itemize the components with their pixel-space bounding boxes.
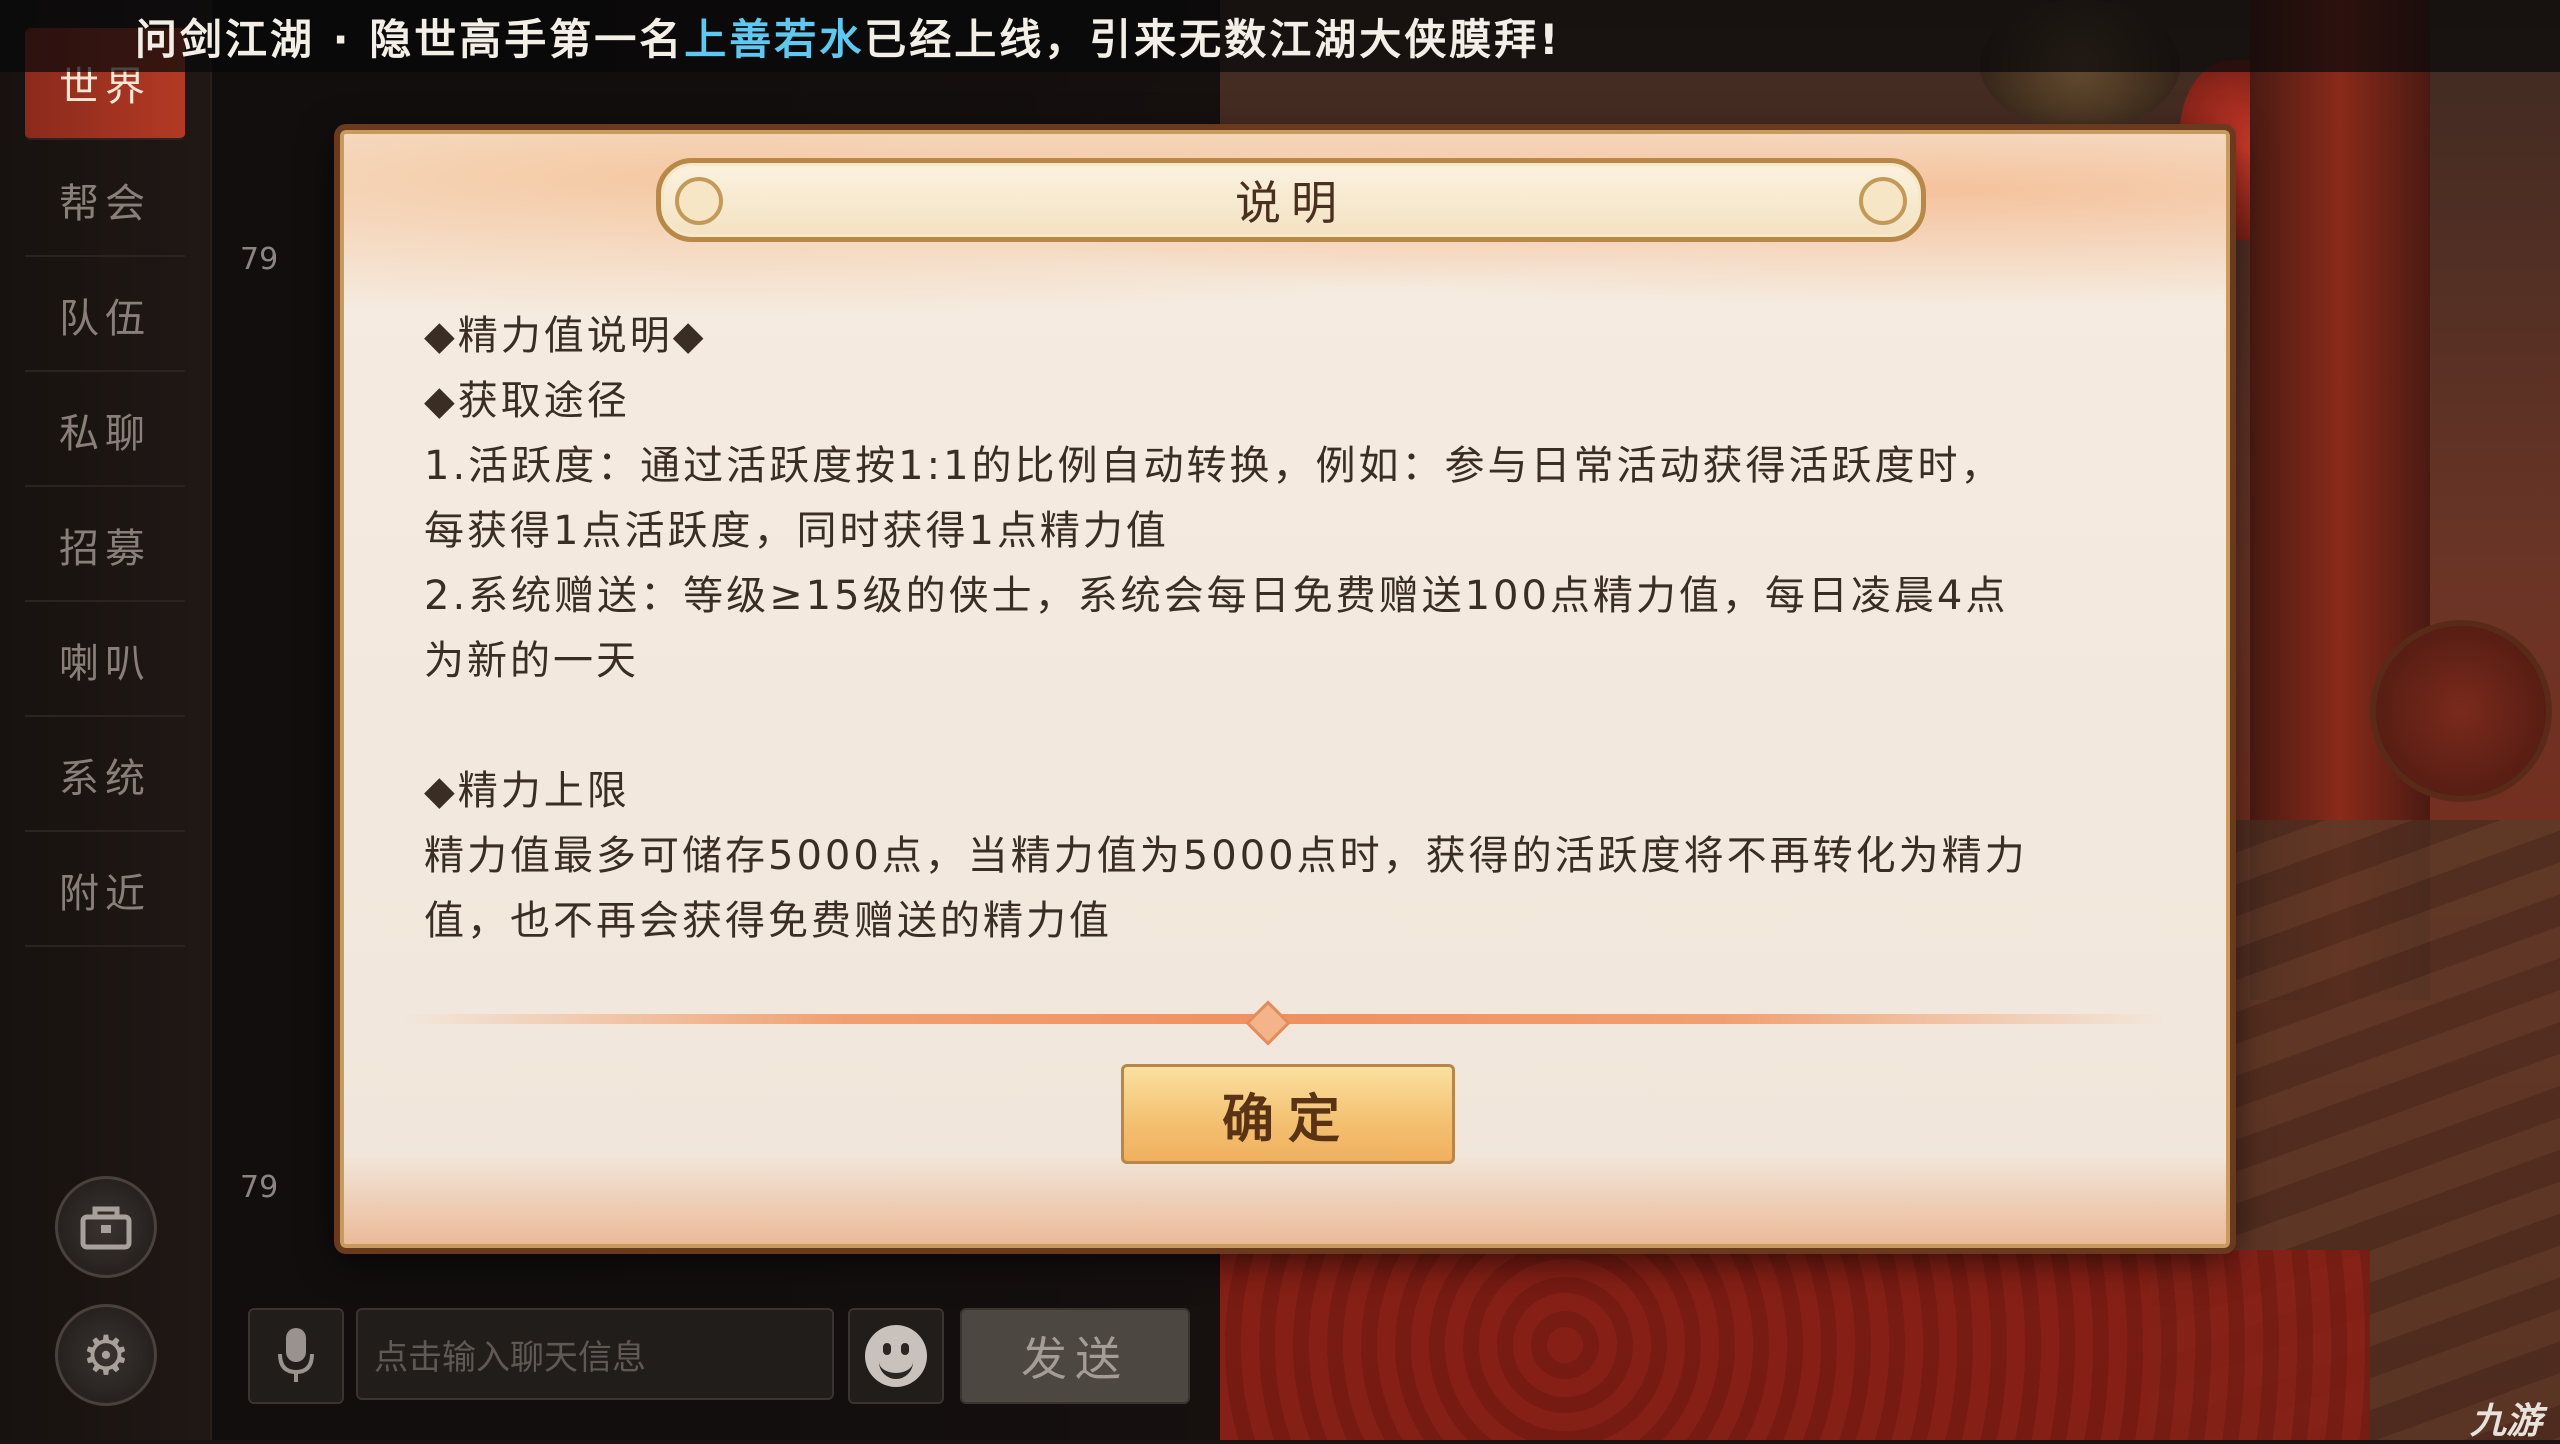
player-level: 79 [240,242,279,277]
bag-button[interactable] [55,1176,157,1278]
ornament-icon [1859,177,1907,225]
section-heading: ◆精力上限 [424,768,630,814]
chat-input[interactable]: 点击输入聊天信息 [356,1308,834,1400]
tab-team[interactable]: 队伍 [25,260,185,372]
emoji-button[interactable] [848,1308,944,1404]
announcement-marquee: 问剑江湖 · 隐世高手第一名上善若水已经上线，引来无数江湖大侠膜拜! [0,0,2560,72]
dialog-title: 说明 [1235,176,1347,230]
tab-horn[interactable]: 喇叭 [25,605,185,717]
content-line: 为新的一天 [424,638,639,684]
announcement-prefix: 问剑江湖 · 隐世高手第一名 [135,14,685,64]
chat-tab-column: 世界 帮会 队伍 私聊 招募 喇叭 系统 附近 ⚙ [0,0,212,1440]
gear-icon: ⚙ [81,1323,131,1387]
voice-button[interactable] [248,1308,344,1404]
content-line: 精力值最多可储存5000点，当精力值为5000点时，获得的活跃度将不再转化为精力 [424,833,2028,879]
tab-guild[interactable]: 帮会 [25,145,185,257]
dialog-title-plaque: 说明 [656,158,1926,242]
settings-button[interactable]: ⚙ [55,1304,157,1406]
section-heading: ◆获取途径 [424,378,630,424]
content-line: 2.系统赠送：等级≥15级的侠士，系统会每日免费赠送100点精力值，每日凌晨4点 [424,573,2009,619]
section-heading: ◆精力值说明◆ [424,313,707,359]
wall-emblem [2370,620,2552,802]
announcement-player-name: 上善若水 [684,14,865,64]
microphone-icon [278,1328,314,1382]
dialog-decoration [344,1154,2226,1244]
tab-recruit[interactable]: 招募 [25,490,185,602]
tab-nearby[interactable]: 附近 [25,835,185,947]
send-button[interactable]: 发送 [960,1308,1190,1404]
ornament-icon [675,177,723,225]
dialog-content: ◆精力值说明◆ ◆获取途径 1.活跃度：通过活跃度按1:1的比例自动转换，例如：… [424,304,2164,954]
bag-icon [80,1206,132,1250]
tab-private[interactable]: 私聊 [25,375,185,487]
info-dialog: 说明 ◆精力值说明◆ ◆获取途径 1.活跃度：通过活跃度按1:1的比例自动转换，… [340,130,2230,1248]
red-carpet [1220,1250,2370,1440]
announcement-text: 问剑江湖 · 隐世高手第一名上善若水已经上线，引来无数江湖大侠膜拜! [135,6,1561,67]
smiley-icon [865,1325,927,1387]
confirm-button[interactable]: 确定 [1121,1064,1455,1164]
player-level: 79 [240,1170,279,1205]
content-line: 每获得1点活跃度，同时获得1点精力值 [424,508,1169,554]
watermark-logo: 九游 [2470,1401,2543,1442]
content-line: 1.活跃度：通过活跃度按1:1的比例自动转换，例如：参与日常活动获得活跃度时， [424,443,2004,489]
tab-system[interactable]: 系统 [25,720,185,832]
announcement-suffix: 已经上线，引来无数江湖大侠膜拜! [864,14,1562,64]
content-line: 值，也不再会获得免费赠送的精力值 [424,898,1112,944]
diamond-ornament-icon [1245,1000,1291,1046]
